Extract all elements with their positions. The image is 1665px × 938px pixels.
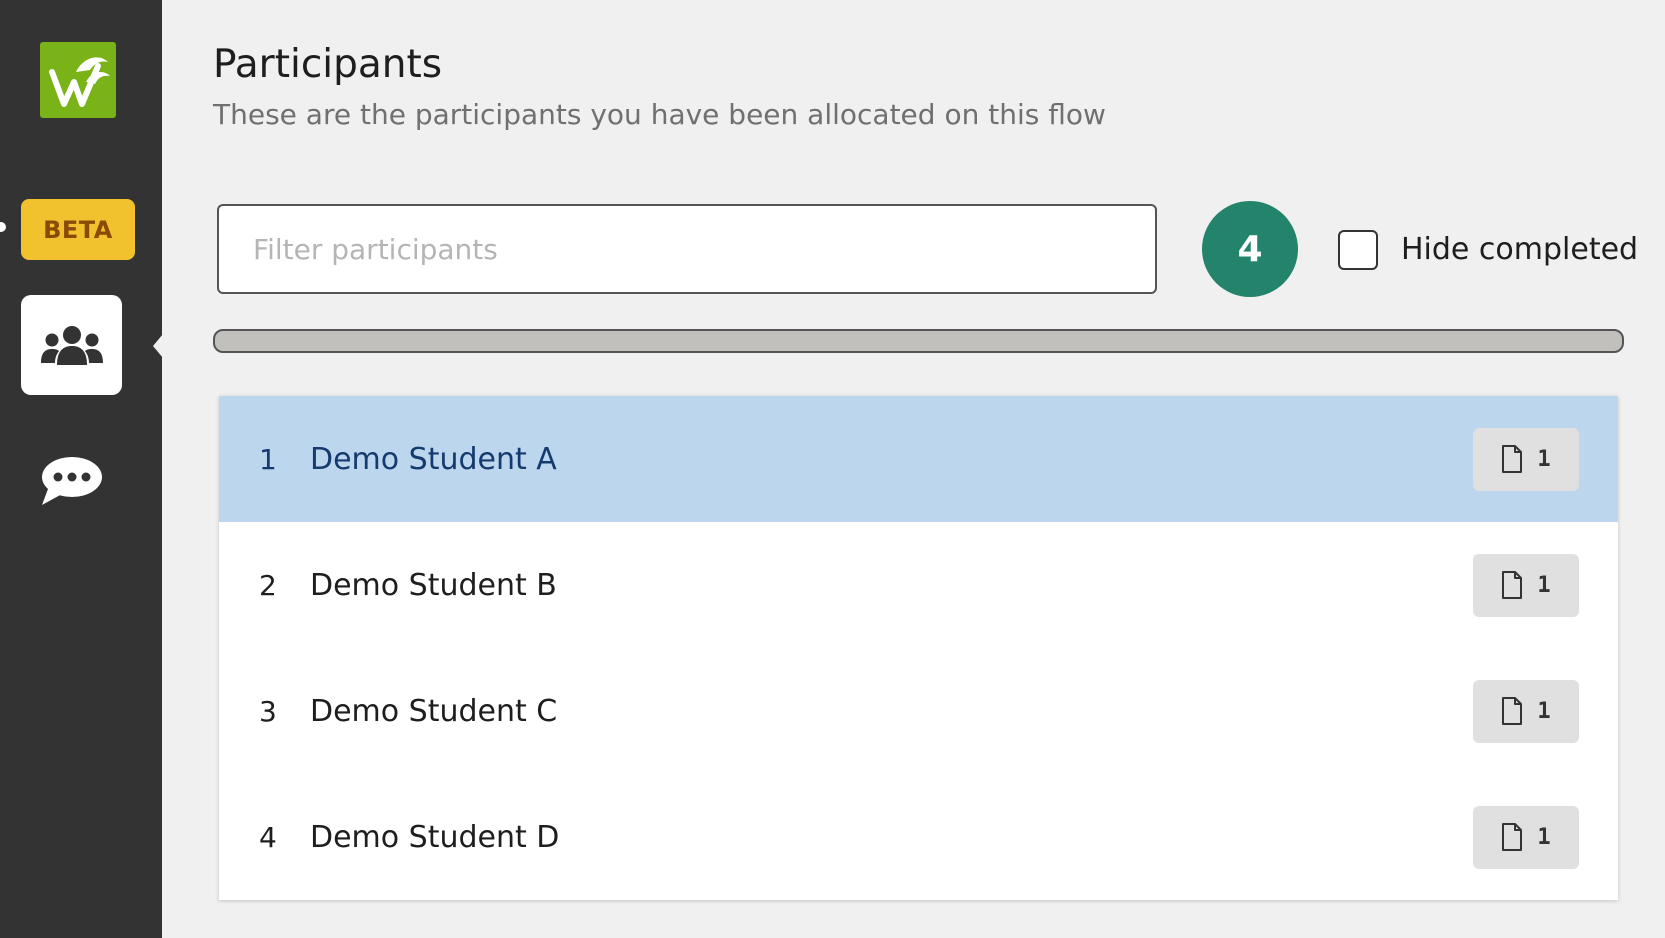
hide-completed-checkbox[interactable] [1338, 230, 1378, 270]
documents-button[interactable]: 1 [1473, 805, 1579, 869]
documents-button[interactable]: 1 [1473, 427, 1579, 491]
progress-bar [213, 329, 1624, 353]
participant-name: Demo Student A [310, 441, 557, 477]
speech-bubble-icon [42, 457, 102, 505]
participant-name: Demo Student D [310, 819, 560, 855]
document-count: 1 [1537, 824, 1551, 850]
participant-number: 2 [259, 568, 277, 602]
document-icon [1502, 571, 1523, 599]
participant-count-badge: 4 [1202, 201, 1298, 297]
documents-button[interactable]: 1 [1473, 679, 1579, 743]
participant-row[interactable]: 4 Demo Student D 1 [219, 774, 1618, 900]
beta-indicator-dot [0, 222, 6, 232]
document-icon [1502, 697, 1523, 725]
sidebar-item-participants[interactable] [21, 295, 122, 395]
page-subtitle: These are the participants you have been… [213, 98, 1106, 131]
participant-number: 1 [259, 442, 277, 476]
participant-list: 1 Demo Student A 1 2 Demo Student B 1 3 … [219, 396, 1618, 900]
document-count: 1 [1537, 572, 1551, 598]
document-count: 1 [1537, 446, 1551, 472]
beta-badge: BETA [21, 199, 135, 260]
participant-row[interactable]: 1 Demo Student A 1 [219, 396, 1618, 522]
active-nav-pointer [153, 334, 163, 358]
participant-name: Demo Student B [310, 567, 557, 603]
sidebar-item-messages[interactable] [38, 455, 106, 507]
filter-participants-input[interactable] [217, 204, 1157, 294]
document-count: 1 [1537, 698, 1551, 724]
dolphin-logo-icon[interactable] [40, 42, 116, 118]
hide-completed-label[interactable]: Hide completed [1401, 230, 1638, 270]
participant-row[interactable]: 2 Demo Student B 1 [219, 522, 1618, 648]
participant-number: 3 [259, 694, 277, 728]
participant-row[interactable]: 3 Demo Student C 1 [219, 648, 1618, 774]
participant-name: Demo Student C [310, 693, 558, 729]
documents-button[interactable]: 1 [1473, 553, 1579, 617]
users-icon [41, 326, 103, 365]
participant-number: 4 [259, 820, 277, 854]
page-title: Participants [213, 42, 443, 87]
document-icon [1502, 445, 1523, 473]
document-icon [1502, 823, 1523, 851]
sidebar: BETA [0, 0, 163, 938]
